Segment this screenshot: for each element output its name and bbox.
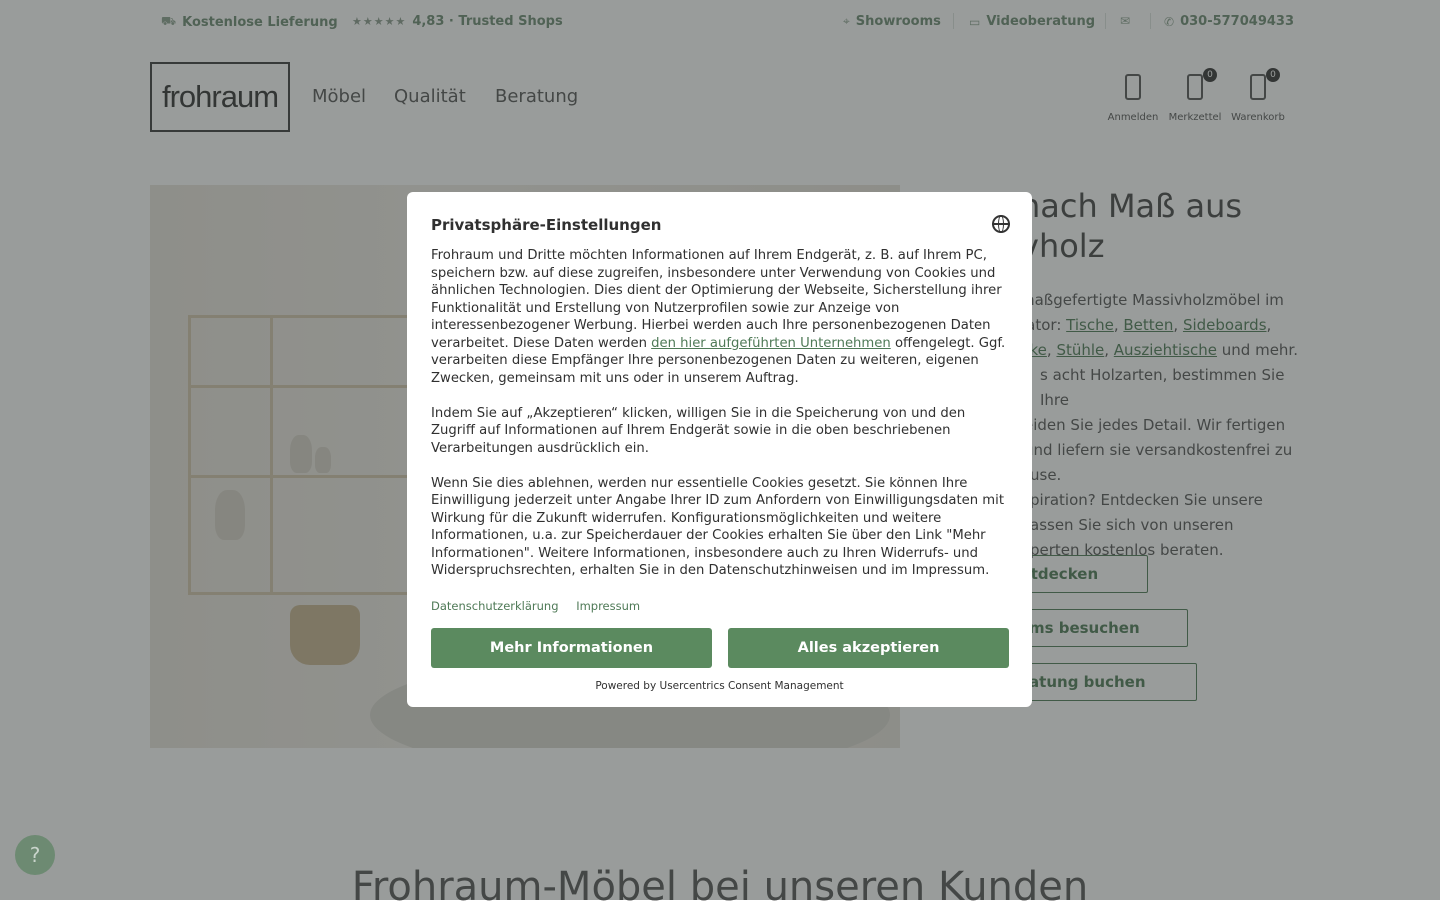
consent-body: Frohraum und Dritte möchten Informatione… (431, 247, 1011, 597)
consent-title: Privatsphäre-Einstellungen (431, 216, 662, 234)
accept-all-button[interactable]: Alles akzeptieren (728, 628, 1009, 668)
globe-icon[interactable] (992, 215, 1010, 233)
cookie-consent-dialog: Privatsphäre-Einstellungen Frohraum und … (407, 192, 1032, 707)
consent-links: Datenschutzerklärung Impressum (431, 599, 654, 613)
consent-paragraph: Indem Sie auf „Akzeptieren“ klicken, wil… (431, 405, 966, 456)
help-button[interactable]: ? (15, 835, 55, 875)
imprint-link[interactable]: Impressum (576, 599, 640, 613)
consent-paragraph: Wenn Sie dies ablehnen, werden nur essen… (431, 475, 1004, 579)
companies-link[interactable]: den hier aufgeführten Unternehmen (651, 336, 891, 351)
more-information-button[interactable]: Mehr Informationen (431, 628, 712, 668)
consent-paragraph: Frohraum und Dritte möchten Informatione… (431, 247, 1011, 387)
privacy-policy-link[interactable]: Datenschutzerklärung (431, 599, 559, 613)
powered-by-text[interactable]: Powered by Usercentrics Consent Manageme… (407, 680, 1032, 692)
